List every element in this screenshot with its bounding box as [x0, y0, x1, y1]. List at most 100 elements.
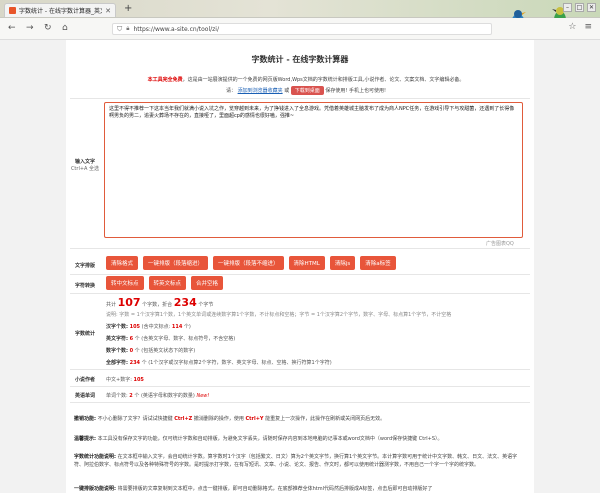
divider: [70, 386, 530, 387]
text-input-area[interactable]: 这里不得不推荐一下这本当年我们就满小说入坑之作，览穿越到未来，为了挣钱进入了全息…: [104, 102, 523, 238]
clear-a-tag-button[interactable]: 清除a标签: [360, 256, 396, 270]
format-buttons: 清除格式 一键排版（段落缩进） 一键排版（段落不缩进） 清除HTML 清除js …: [106, 256, 396, 270]
novel-stat: 中文+数字: 105: [106, 376, 144, 383]
home-icon[interactable]: ⌂: [62, 22, 68, 34]
chinese-end: 个): [183, 324, 191, 330]
total-count: 107: [117, 296, 141, 309]
to-english-punct-button[interactable]: 转英文标点: [148, 276, 187, 290]
divider: [70, 369, 530, 370]
browser-navbar: ← → ↻ ⌂ ⛉ 🔒︎ https://www.a-site.cn/tool/…: [0, 18, 600, 40]
page-content: 字数统计 - 在线字数计算器 本工具完全免费，这是由一站展演提供的一个免费的网页…: [66, 40, 534, 493]
page-margin-left: [0, 40, 66, 493]
divider: [70, 98, 530, 99]
url-text[interactable]: https://www.a-site.cn/tool/zi/: [133, 26, 219, 33]
close-tab-icon[interactable]: ✕: [105, 7, 111, 15]
star-icon[interactable]: ☆: [568, 22, 576, 32]
novel-label: 小说作者: [74, 377, 95, 383]
intro2-or: 或: [284, 88, 290, 94]
refresh-icon[interactable]: ↻: [44, 22, 52, 34]
total-prefix: 共计: [106, 302, 117, 308]
minimize-icon[interactable]: –: [563, 3, 572, 12]
lock-icon[interactable]: 🔒︎: [126, 25, 129, 33]
note-undo-text2: 撤消删除的操作，使用: [193, 416, 244, 422]
note-count-text: 在文本框中输入文字，会自动统计字数。算字数时1个汉字（包括繁文、日文）算为2个英…: [74, 454, 518, 468]
window-controls: – □ ✕: [563, 3, 596, 12]
clear-format-button[interactable]: 清除格式: [106, 256, 139, 270]
intro-actions: 请： 添加到浏览器收藏夹 或 下载到桌面 保存使用! 手机上也可使用!: [86, 86, 526, 95]
menu-icon[interactable]: ≡: [584, 22, 592, 32]
address-bar[interactable]: ⛉ 🔒︎ https://www.a-site.cn/tool/zi/: [112, 23, 492, 35]
stats-english: 英文字符: 6 个 (含英文字母、数字、标点符号，不含空格): [106, 335, 235, 342]
browser-tab[interactable]: 字数统计 - 在线字数计算器_英文字... ✕: [4, 3, 116, 17]
bookmark-link[interactable]: 添加到浏览器收藏夹: [238, 88, 283, 94]
stats-digit: 数字个数: 0 个 (包括英文状态下的数字): [106, 347, 195, 354]
digit-label: 数字个数:: [106, 348, 128, 354]
divider: [70, 274, 530, 275]
divider: [70, 248, 530, 249]
format-no-indent-button[interactable]: 一键排版（段落不缩进）: [213, 256, 284, 270]
stats-chinese: 汉字个数: 105 (含中文标点: 114 个): [106, 323, 191, 330]
intro-text: 本工具完全免费，这是由一站展演提供的一个免费的网页版Word,Wps文档的字数统…: [86, 76, 526, 83]
clear-js-button[interactable]: 清除js: [329, 256, 356, 270]
select-all-hint: Ctrl+A 全选: [70, 166, 100, 172]
all-note: 个 (1个汉字或汉字标点算2个字符，数字、英文字母、标点、空格、换行符算1个字符…: [141, 360, 332, 366]
all-count: 234: [129, 360, 141, 366]
close-window-icon[interactable]: ✕: [587, 3, 596, 12]
note-count: 字数统计功能说明: 在文本框中输入文字，会自动统计字数。算字数时1个汉字（包括繁…: [74, 454, 526, 469]
ctrl-z-key: Ctrl+Z: [174, 416, 193, 422]
note-count-title: 字数统计功能说明:: [74, 454, 117, 460]
to-chinese-punct-button[interactable]: 转中文标点: [106, 276, 144, 290]
all-label: 全部字符:: [106, 360, 128, 366]
note-tip-text: 本工具没有保存文字的功能，仅可统计字数和自动排版，为避免文字丢失，请随时保存内容…: [97, 436, 443, 442]
note-undo-title: 撤销功能:: [74, 416, 96, 422]
stats-total: 共计 107 个字数，折合 234 个字节: [106, 296, 213, 309]
stats-explain: 说明: 字数 = 1个汉字算1个数，1个英文单词或连续数字算1个字数，不计标点和…: [106, 312, 452, 318]
intro-bold: 本工具完全免费: [147, 77, 183, 83]
site-favicon-icon: [9, 7, 16, 14]
words-value: 2: [129, 393, 133, 399]
new-tab-button[interactable]: +: [124, 3, 132, 15]
forward-icon[interactable]: →: [26, 22, 34, 34]
punct-label: 字符转换: [74, 283, 95, 289]
total-unit: 个字数，折合: [142, 302, 173, 308]
digit-count: 0: [129, 348, 134, 354]
shield-icon[interactable]: ⛉: [117, 25, 122, 34]
intro-body: ，这是由一站展演提供的一个免费的网页版Word,Wps文档的字数统计和排版工具,…: [182, 77, 465, 83]
chinese-count: 105: [129, 324, 141, 330]
english-count: 6: [129, 336, 134, 342]
digit-note: 个 (包括英文状态下的数字): [134, 348, 196, 354]
punct-buttons: 转中文标点 转英文标点 合并空格: [106, 276, 224, 290]
note-tip: 温馨提示: 本工具没有保存文字的功能，仅可统计字数和自动排版，为避免文字丢失，请…: [74, 436, 526, 444]
stats-all: 全部字符: 234 个 (1个汉字或汉字标点算2个字符，数字、英文字母、标点、空…: [106, 359, 332, 366]
intro2-suffix: 保存使用! 手机上也可使用!: [325, 88, 387, 94]
input-label: 输入文字 Ctrl+A 全选: [66, 158, 104, 172]
browser-titlebar: 字数统计 - 在线字数计算器_英文字... ✕ + – □ ✕: [0, 0, 600, 41]
merge-spaces-button[interactable]: 合并空格: [191, 276, 224, 290]
divider: [70, 293, 530, 294]
novel-value: 105: [133, 377, 144, 383]
intro2-prefix: 请：: [225, 88, 236, 94]
words-note: 个 (英语字母和数字的数量): [134, 393, 195, 399]
stats-label: 字数统计: [74, 331, 95, 337]
page-margin-right: [534, 40, 600, 493]
chinese-label: 汉字个数:: [106, 324, 128, 330]
tab-title: 字数统计 - 在线字数计算器_英文字...: [19, 8, 102, 15]
english-words-stat: 单词个数: 2 个 (英语字母和数字的数量) New!: [106, 392, 209, 399]
note-format-title: 一键排版功能说明:: [74, 486, 117, 492]
maximize-icon[interactable]: □: [575, 3, 584, 12]
page-title: 字数统计 - 在线字数计算器: [251, 55, 349, 64]
clear-html-button[interactable]: 清除HTML: [288, 256, 325, 270]
words-text: 单词个数:: [106, 393, 128, 399]
back-icon[interactable]: ←: [8, 22, 16, 34]
chinese-mid: (含中文标点:: [141, 324, 171, 330]
english-words-label: 英语单词: [74, 393, 95, 399]
byte-count: 234: [173, 296, 197, 309]
note-undo-text3: 能重复上一次操作，此操作在刷新或关闭网页后无效。: [265, 416, 386, 422]
format-label: 文字排版: [74, 263, 95, 269]
format-indent-button[interactable]: 一键排版（段落缩进）: [143, 256, 209, 270]
note-undo: 撤销功能: 不小心删除了文字？请试试快捷键 Ctrl+Z 撤消删除的操作，使用 …: [74, 416, 526, 424]
new-badge: New!: [196, 393, 210, 399]
download-desktop-button[interactable]: 下载到桌面: [290, 86, 324, 95]
english-note: 个 (含英文字母、数字、标点符号，不含空格): [134, 336, 236, 342]
ad-note: 广告图表QQ: [486, 241, 514, 247]
